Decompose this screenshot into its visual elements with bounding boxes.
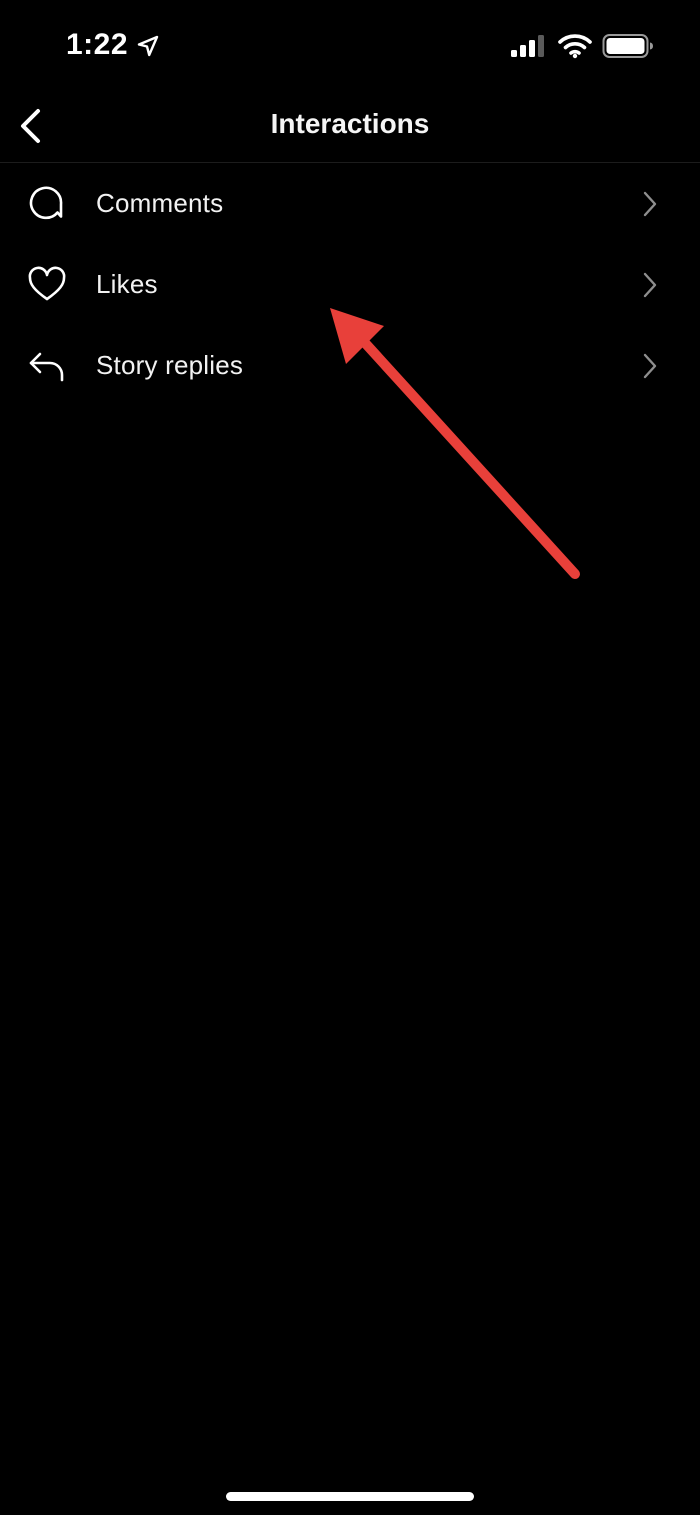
battery-icon: [602, 34, 653, 58]
wifi-icon: [558, 34, 592, 59]
menu-item-comments[interactable]: Comments: [0, 163, 700, 244]
location-arrow-icon: [137, 35, 159, 57]
menu-item-likes[interactable]: Likes: [0, 244, 700, 325]
home-indicator: [226, 1492, 474, 1501]
chevron-right-icon: [643, 353, 657, 378]
heart-icon: [28, 266, 66, 304]
menu-item-label: Story replies: [96, 350, 244, 380]
chevron-right-icon: [643, 191, 657, 216]
interactions-menu: Comments Likes Story replies: [0, 163, 700, 406]
comment-bubble-icon: [28, 185, 66, 223]
signal-icon: [511, 35, 544, 57]
page-title: Interactions: [270, 108, 430, 139]
status-time: 1:22: [66, 28, 129, 61]
reply-arrow-icon: [28, 347, 66, 385]
menu-item-label: Comments: [96, 188, 224, 218]
menu-item-label: Likes: [96, 269, 158, 299]
nav-header: Interactions: [0, 90, 700, 163]
status-bar: 1:22: [0, 0, 700, 90]
chevron-right-icon: [643, 272, 657, 297]
menu-item-story-replies[interactable]: Story replies: [0, 325, 700, 406]
